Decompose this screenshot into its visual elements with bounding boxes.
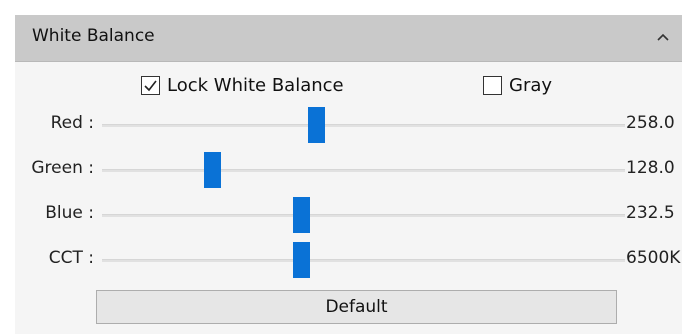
gray-checkbox[interactable]: Gray	[483, 71, 552, 99]
blue-slider-row: Blue : 232.5	[15, 197, 682, 233]
red-slider-track[interactable]	[102, 124, 625, 127]
cct-slider-thumb[interactable]	[292, 242, 310, 278]
gray-label: Gray	[509, 74, 553, 96]
cct-label: CCT :	[48, 248, 94, 268]
white-balance-panel: White Balance Lock White Balance Gray Re…	[15, 15, 682, 334]
lock-white-balance-checkbox-box[interactable]	[141, 75, 160, 95]
blue-slider-track[interactable]	[102, 214, 625, 217]
green-slider-thumb[interactable]	[203, 152, 221, 188]
cct-slider-row: CCT : 6500K	[15, 242, 682, 278]
red-slider-thumb[interactable]	[308, 107, 326, 143]
blue-label: Blue :	[45, 203, 94, 223]
checkmark-icon	[144, 80, 157, 91]
chevron-up-icon[interactable]	[650, 24, 676, 50]
cct-slider-track[interactable]	[102, 259, 625, 262]
red-label: Red :	[50, 113, 94, 133]
default-button[interactable]: Default	[96, 290, 617, 324]
panel-header[interactable]: White Balance	[15, 15, 682, 62]
red-value: 258.0	[626, 113, 675, 133]
gray-checkbox-box[interactable]	[483, 75, 502, 95]
blue-value: 232.5	[626, 203, 675, 223]
blue-slider-thumb[interactable]	[292, 197, 310, 233]
lock-white-balance-label: Lock White Balance	[167, 74, 344, 96]
green-label: Green :	[31, 158, 94, 178]
green-slider-track[interactable]	[102, 169, 625, 172]
panel-title: White Balance	[32, 26, 155, 46]
cct-value: 6500K	[626, 248, 681, 268]
lock-white-balance-checkbox[interactable]: Lock White Balance	[141, 71, 344, 99]
green-slider-row: Green : 128.0	[15, 152, 682, 188]
green-value: 128.0	[626, 158, 675, 178]
red-slider-row: Red : 258.0	[15, 107, 682, 143]
